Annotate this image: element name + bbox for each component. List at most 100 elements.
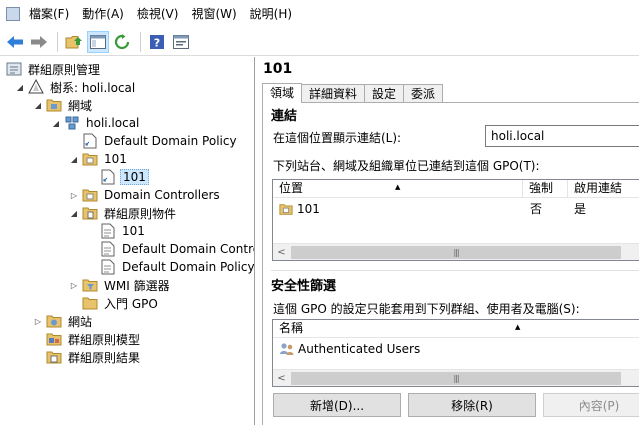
gpm-root-icon — [6, 61, 22, 77]
refresh-button[interactable] — [111, 31, 133, 53]
tree-item-gp-results[interactable]: 群組原則結果 — [46, 348, 142, 366]
cell-link-enabled: 是 — [574, 202, 587, 216]
cell-name: Authenticated Users — [279, 340, 420, 358]
tree-item-sites[interactable]: ▷ 網站 — [32, 312, 94, 330]
back-arrow-icon — [7, 35, 23, 48]
links-listview[interactable]: 位置 ▲ 強制 啟用連結 101 否 是 < ||| — [272, 179, 639, 261]
gp-modeling-icon — [46, 331, 62, 347]
links-horizontal-scrollbar[interactable]: < ||| — [273, 243, 639, 260]
tree-item-forest[interactable]: ◢ 樹系: holi.local — [14, 78, 137, 96]
svg-text:?: ? — [154, 36, 160, 49]
tree-item-gpo-default-dc[interactable]: Default Domain Contro — [100, 240, 254, 258]
expand-triangle-icon[interactable]: ▷ — [32, 315, 44, 327]
properties-button[interactable]: 內容(P) — [543, 393, 639, 417]
collapse-triangle-icon[interactable]: ◢ — [32, 99, 44, 111]
column-header-name[interactable]: 名稱 — [273, 320, 639, 338]
add-button[interactable]: 新增(D)... — [273, 393, 401, 417]
console-tree[interactable]: 群組原則管理 ◢ 樹系: holi.local ◢ 網域 ◢ holi.loca… — [0, 57, 255, 425]
page-title: 101 — [263, 61, 293, 77]
column-header-enforced[interactable]: 強制 — [523, 180, 568, 198]
collapse-triangle-icon[interactable]: ◢ — [14, 81, 26, 93]
forward-button[interactable] — [28, 31, 50, 53]
properties-icon — [173, 34, 189, 49]
menu-action[interactable]: 動作(A) — [78, 0, 133, 28]
collapse-triangle-icon[interactable]: ◢ — [50, 117, 62, 129]
menu-help[interactable]: 說明(H) — [246, 0, 301, 28]
tree-item-wmi-filters[interactable]: ▷ WMI 篩選器 — [68, 276, 172, 294]
users-group-icon — [280, 343, 294, 355]
ou-folder-icon — [82, 151, 98, 167]
tree-item-ou-101[interactable]: ◢ 101 — [68, 150, 129, 168]
security-filter-listview[interactable]: 名稱 ▲ Authenticated Users < ||| — [272, 319, 639, 387]
location-label: 在這個位置顯示連結(L): — [273, 131, 402, 145]
tab-delegation[interactable]: 委派 — [403, 84, 444, 103]
tree-item-starter-gpo[interactable]: 入門 GPO — [82, 294, 160, 312]
gpo-icon — [100, 223, 116, 239]
tree-item-default-domain-policy-link[interactable]: Default Domain Policy — [82, 132, 239, 150]
scroll-left-icon[interactable]: < — [273, 244, 290, 260]
gpo-folder-icon — [82, 205, 98, 221]
gpo-link-icon — [100, 169, 116, 185]
expand-triangle-icon[interactable]: ▷ — [68, 279, 80, 291]
menu-file[interactable]: 檔案(F) — [25, 0, 78, 28]
back-button[interactable] — [4, 31, 26, 53]
tree-item-gp-modeling[interactable]: 群組原則模型 — [46, 330, 142, 348]
tree-item-gpo-link-101[interactable]: 101 — [100, 168, 149, 186]
tree-item-domains[interactable]: ◢ 網域 — [32, 96, 94, 114]
scrollbar-thumb[interactable]: ||| — [291, 246, 621, 259]
tree-item-gpo-101[interactable]: 101 — [100, 222, 147, 240]
location-dropdown-value: holi.local — [491, 129, 545, 143]
starter-gpo-folder-icon — [82, 295, 98, 311]
table-row[interactable]: Authenticated Users — [273, 340, 639, 358]
tab-strip: 領域 詳細資料 設定 委派 — [262, 83, 444, 103]
forest-icon — [28, 79, 44, 95]
up-one-level-button[interactable] — [63, 31, 85, 53]
toolbar-separator — [57, 31, 58, 52]
tree-item-domain[interactable]: ◢ holi.local — [50, 114, 141, 132]
collapse-triangle-icon[interactable]: ◢ — [68, 207, 80, 219]
tree-item-gpo-container[interactable]: ◢ 群組原則物件 — [68, 204, 178, 222]
tab-details[interactable]: 詳細資料 — [301, 84, 366, 103]
tree-item-domain-controllers[interactable]: ▷ Domain Controllers — [68, 186, 222, 204]
security-horizontal-scrollbar[interactable]: < ||| — [273, 369, 639, 386]
links-section-title: 連結 — [271, 109, 298, 124]
location-dropdown[interactable]: holi.local — [485, 125, 639, 147]
expand-triangle-icon[interactable]: ▷ — [68, 189, 80, 201]
table-row[interactable]: 101 否 是 — [273, 200, 639, 218]
help-button[interactable]: ? — [146, 31, 168, 53]
security-filtering-title: 安全性篩選 — [271, 279, 337, 294]
folder-up-icon — [65, 35, 82, 48]
menu-bar: 檔案(F) 動作(A) 檢視(V) 視窗(W) 說明(H) — [0, 0, 639, 28]
details-pane: 101 領域 詳細資料 設定 委派 連結 在這個位置顯示連結(L): holi.… — [258, 57, 639, 425]
sites-folder-icon — [46, 313, 62, 329]
tab-settings[interactable]: 設定 — [364, 84, 405, 103]
scroll-left-icon[interactable]: < — [273, 370, 290, 386]
sort-ascending-icon: ▲ — [515, 323, 521, 331]
collapse-triangle-icon[interactable]: ◢ — [68, 153, 80, 165]
links-description: 下列站台、網域及組織單位已連結到這個 GPO(T): — [273, 159, 540, 173]
domain-icon — [64, 115, 80, 131]
ou-folder-icon — [82, 187, 98, 203]
tree-item-gpo-default-domain[interactable]: Default Domain Policy — [100, 258, 254, 276]
security-filtering-description: 這個 GPO 的設定只能套用到下列群組、使用者及電腦(S): — [273, 302, 580, 316]
tree-item-gpm-root[interactable]: 群組原則管理 — [6, 60, 102, 78]
scrollbar-thumb[interactable]: ||| — [291, 372, 621, 385]
links-listview-header: 位置 ▲ 強制 啟用連結 — [273, 180, 639, 198]
toolbar-separator — [140, 31, 141, 52]
menu-view[interactable]: 檢視(V) — [133, 0, 188, 28]
help-icon: ? — [150, 34, 164, 49]
remove-button[interactable]: 移除(R) — [408, 393, 536, 417]
cell-enforced: 否 — [530, 202, 543, 216]
gpo-link-icon — [82, 133, 98, 149]
menu-window[interactable]: 視窗(W) — [187, 0, 245, 28]
properties-button[interactable] — [170, 31, 192, 53]
show-hide-tree-button[interactable] — [87, 30, 109, 53]
refresh-icon — [114, 33, 130, 49]
app-icon — [6, 7, 20, 21]
tab-scope[interactable]: 領域 — [262, 83, 303, 103]
column-header-link-enabled[interactable]: 啟用連結 — [568, 180, 639, 198]
security-listview-header: 名稱 ▲ — [273, 320, 639, 338]
tab-panel-scope: 連結 在這個位置顯示連結(L): holi.local 下列站台、網域及組織單位… — [262, 102, 639, 425]
section-divider — [271, 270, 639, 271]
toolbar: ? — [0, 28, 639, 56]
